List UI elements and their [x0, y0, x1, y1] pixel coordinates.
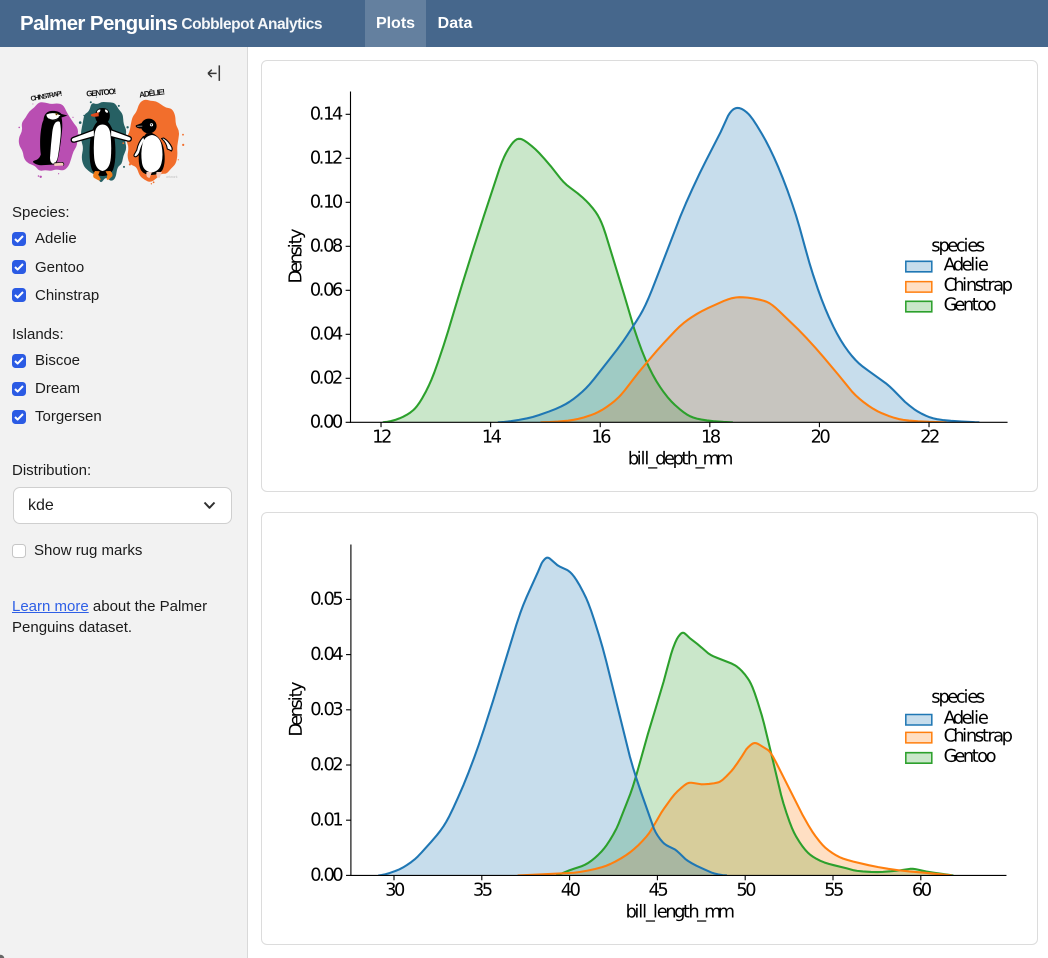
svg-text:CHINSTRAP!: CHINSTRAP!: [30, 91, 63, 103]
svg-text:artwork: artwork: [166, 175, 178, 179]
svg-text:ADĒLIE!: ADĒLIE!: [139, 87, 166, 99]
svg-text:GENTOO!: GENTOO!: [86, 87, 117, 99]
